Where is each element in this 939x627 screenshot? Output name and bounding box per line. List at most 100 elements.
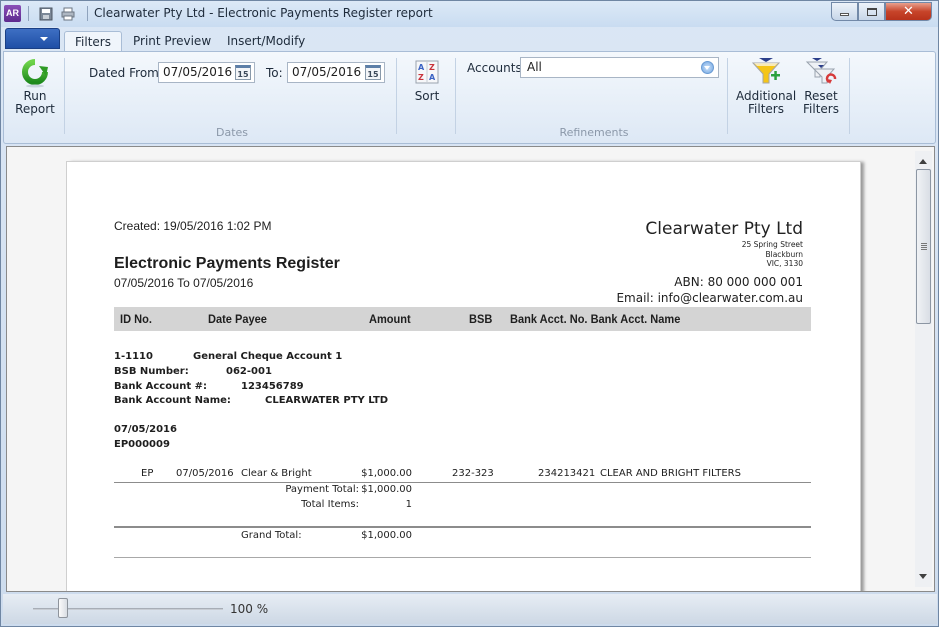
minimize-button[interactable] [831, 2, 858, 21]
bank-account-name-value: CLEARWATER PTY LTD [265, 395, 389, 406]
close-icon: ✕ [903, 4, 914, 19]
app-logo-icon[interactable]: AR [4, 5, 21, 22]
row-bsb: 232-323 [452, 468, 494, 479]
sort-label: Sort [414, 89, 440, 103]
vertical-scrollbar[interactable] [915, 151, 932, 587]
column-header-date-payee: Date Payee [208, 312, 267, 326]
account-id: 1-1110 [114, 351, 153, 362]
restore-icon [866, 7, 877, 16]
column-header-amount: Amount [369, 312, 411, 326]
status-bar: 100 % [3, 594, 937, 624]
grand-total-value: $1,000.00 [361, 530, 412, 541]
save-icon[interactable] [39, 7, 53, 21]
tab-print-preview[interactable]: Print Preview [123, 31, 221, 51]
reset-filter-icon [805, 58, 837, 84]
divider [28, 6, 29, 21]
column-header-id: ID No. [120, 312, 152, 326]
svg-text:A: A [418, 63, 425, 72]
date-to-value: 07/05/2016 [292, 65, 362, 79]
date-to-label: To: [266, 66, 283, 80]
date-to-input[interactable]: 07/05/2016 15 [287, 62, 385, 83]
row-acct-no: 234213421 [538, 468, 596, 479]
row-payee: Clear & Bright [241, 468, 312, 479]
dated-from-input[interactable]: 07/05/2016 15 [158, 62, 255, 83]
maximize-button[interactable] [858, 2, 885, 21]
accounts-value: All [527, 60, 542, 74]
dated-from-value: 07/05/2016 [163, 65, 233, 79]
row-acct-name: CLEAR AND BRIGHT FILTERS [600, 468, 741, 479]
calendar-icon[interactable]: 15 [235, 65, 251, 80]
row-id: EP [141, 468, 154, 479]
bsb-label: BSB Number: [114, 366, 189, 377]
dated-from-label: Dated From: [89, 66, 163, 80]
divider [87, 6, 88, 21]
payment-total-value: $1,000.00 [361, 484, 412, 495]
grip-icon [921, 245, 927, 246]
report-window: AR Clearwater Pty Ltd - Electronic Payme… [0, 0, 939, 627]
company-name: Clearwater Pty Ltd [645, 219, 803, 239]
grand-total-label: Grand Total: [241, 530, 302, 541]
group-divider [455, 58, 456, 134]
row-date: 07/05/2016 [176, 468, 234, 479]
report-date-range: 07/05/2016 To 07/05/2016 [114, 276, 254, 290]
run-report-button[interactable]: Run Report [12, 58, 58, 116]
accounts-select[interactable]: All [520, 57, 719, 78]
scrollbar-thumb[interactable] [916, 169, 931, 324]
additional-filters-label-2: Filters [748, 102, 784, 116]
scroll-up-icon[interactable] [919, 159, 927, 164]
report-page: Created: 19/05/2016 1:02 PM Electronic P… [66, 161, 861, 591]
row-divider [114, 482, 811, 483]
chevron-down-icon [40, 37, 48, 41]
zoom-level: 100 % [230, 602, 269, 616]
created-timestamp: Created: 19/05/2016 1:02 PM [114, 219, 272, 233]
zoom-slider-thumb[interactable] [58, 598, 68, 618]
grip-icon [921, 247, 927, 248]
bank-account-number-value: 123456789 [241, 381, 304, 392]
window-title: Clearwater Pty Ltd - Electronic Payments… [94, 6, 433, 20]
sort-az-icon: A Z Z A [415, 60, 439, 84]
svg-text:Z: Z [429, 63, 435, 72]
svg-text:A: A [429, 73, 436, 82]
report-preview-area: Created: 19/05/2016 1:02 PM Electronic P… [6, 146, 935, 592]
group-divider [396, 58, 397, 134]
title-bar: AR Clearwater Pty Ltd - Electronic Payme… [1, 1, 938, 27]
payment-group-reference: EP000009 [114, 439, 170, 450]
print-icon[interactable] [61, 7, 75, 21]
column-header-bsb: BSB [469, 312, 493, 326]
company-address-line-3: VIC, 3130 [766, 259, 803, 268]
payment-group-date: 07/05/2016 [114, 424, 177, 435]
bsb-value: 062-001 [226, 366, 272, 377]
bank-account-number-label: Bank Account #: [114, 381, 207, 392]
window-controls: ✕ [831, 2, 932, 21]
company-address-line-2: Blackburn [765, 250, 803, 259]
tab-insert-modify[interactable]: Insert/Modify [217, 31, 315, 51]
report-end-divider [114, 557, 811, 558]
dropdown-icon[interactable] [701, 61, 714, 74]
run-report-label-2: Report [15, 102, 55, 116]
accounts-label: Accounts: [467, 61, 526, 75]
reset-filters-button[interactable]: Reset Filters [800, 57, 842, 116]
column-header-bank-acct: Bank Acct. No. Bank Acct. Name [510, 312, 681, 326]
total-items-label: Total Items: [301, 499, 359, 510]
company-abn: ABN: 80 000 000 001 [674, 275, 803, 289]
application-menu-button[interactable] [5, 28, 60, 49]
reset-filters-label-2: Filters [803, 102, 839, 116]
tab-filters[interactable]: Filters [64, 31, 122, 51]
refresh-icon [22, 59, 48, 88]
report-title: Electronic Payments Register [114, 255, 340, 272]
grand-total-divider [114, 526, 811, 528]
add-filter-icon [751, 58, 781, 84]
dates-group-label: Dates [215, 126, 249, 139]
company-email: Email: info@clearwater.com.au [616, 291, 803, 305]
payment-total-label: Payment Total: [285, 484, 359, 495]
ribbon-panel: Run Report Dated From: 07/05/2016 15 To:… [3, 51, 936, 144]
additional-filters-button[interactable]: Additional Filters [736, 57, 796, 116]
sort-button[interactable]: A Z Z A Sort [406, 60, 448, 103]
calendar-icon[interactable]: 15 [365, 65, 381, 80]
close-button[interactable]: ✕ [885, 2, 932, 21]
group-divider [849, 58, 850, 134]
minimize-icon [840, 12, 849, 16]
group-divider [64, 58, 65, 134]
account-name: General Cheque Account 1 [193, 351, 343, 362]
scroll-down-icon[interactable] [919, 574, 927, 579]
